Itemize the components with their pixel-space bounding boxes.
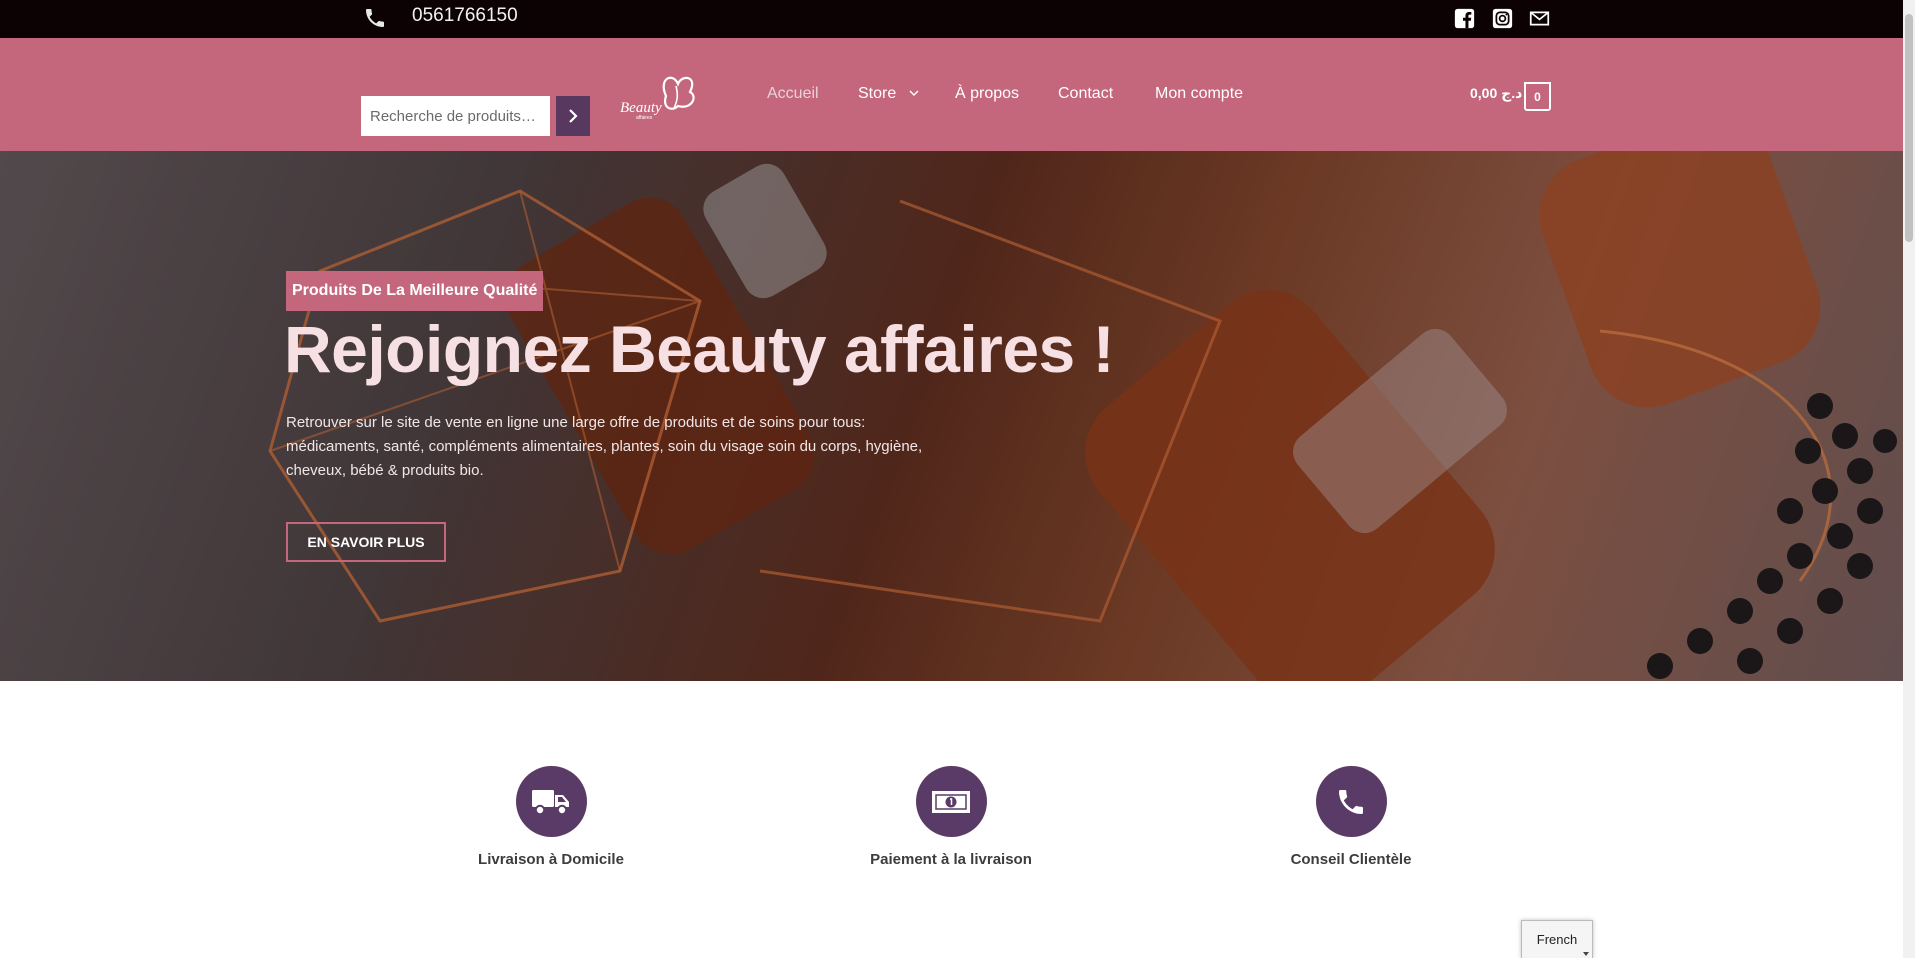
logo[interactable]: Beauty affaires xyxy=(618,66,704,124)
mail-icon[interactable] xyxy=(1529,8,1550,29)
nav-item-a-propos[interactable]: À propos xyxy=(955,85,1019,103)
phone-number[interactable]: 0561766150 xyxy=(412,5,518,27)
language-switcher[interactable]: French xyxy=(1521,920,1593,958)
feature-icon-circle xyxy=(515,766,587,837)
hero-badge: Produits De La Meilleure Qualité xyxy=(286,271,544,311)
cart-icon[interactable]: 0 xyxy=(1524,82,1551,111)
feature-label: Conseil Clientèle xyxy=(1290,851,1412,868)
truck-icon xyxy=(532,789,569,815)
site-header: Beauty affaires Accueil Store À propos C… xyxy=(0,38,1903,151)
svg-text:affaires: affaires xyxy=(636,115,653,121)
feature-icon-circle xyxy=(915,766,987,837)
facebook-icon[interactable] xyxy=(1454,8,1475,29)
phone-icon xyxy=(1339,789,1363,814)
hero-title: Rejoignez Beauty affaires ! xyxy=(284,312,1115,386)
search-button[interactable] xyxy=(556,96,590,136)
top-bar: 0561766150 xyxy=(0,0,1903,38)
feature-icon-circle xyxy=(1315,766,1387,837)
instagram-icon[interactable] xyxy=(1492,8,1513,29)
feature-cash-on-delivery: Paiement à la livraison xyxy=(821,766,1081,868)
scrollbar-thumb[interactable] xyxy=(1905,14,1913,242)
svg-text:Beauty: Beauty xyxy=(620,100,662,116)
feature-label: Livraison à Domicile xyxy=(478,851,624,868)
feature-label: Paiement à la livraison xyxy=(870,851,1032,868)
learn-more-button[interactable]: EN SAVOIR PLUS xyxy=(286,522,446,562)
nav-item-store-label: Store xyxy=(858,85,897,102)
language-selected: French xyxy=(1536,932,1578,947)
nav-item-store[interactable]: Store xyxy=(858,85,919,103)
chevron-right-icon xyxy=(569,109,578,123)
search-input[interactable] xyxy=(361,96,550,136)
nav-item-mon-compte[interactable]: Mon compte xyxy=(1155,85,1243,103)
cart-total[interactable]: 0,00 د.ج xyxy=(1470,85,1522,102)
page: 0561766150 Beauty affaires xyxy=(0,0,1915,958)
hero-banner: Produits De La Meilleure Qualité Rejoign… xyxy=(0,151,1903,681)
phone-icon xyxy=(366,9,384,27)
scrollbar[interactable] xyxy=(1903,0,1915,958)
feature-customer-advice: Conseil Clientèle xyxy=(1221,766,1481,868)
caret-down-icon xyxy=(1583,952,1589,956)
chevron-down-icon xyxy=(909,90,919,97)
nav-item-contact[interactable]: Contact xyxy=(1058,85,1113,103)
money-icon xyxy=(932,790,970,813)
hero-description: Retrouver sur le site de vente en ligne … xyxy=(286,414,923,479)
feature-home-delivery: Livraison à Domicile xyxy=(421,766,681,868)
cart-count: 0 xyxy=(1534,89,1541,104)
nav-item-accueil[interactable]: Accueil xyxy=(767,85,819,103)
